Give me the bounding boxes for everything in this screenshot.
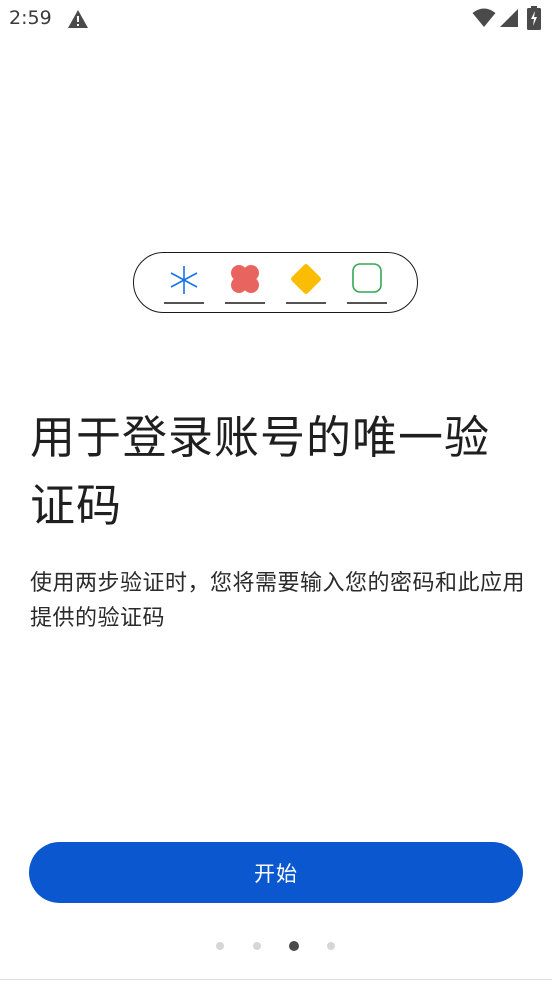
- bottom-divider: [0, 979, 552, 980]
- wifi-icon: [472, 8, 496, 28]
- status-time: 2:59: [9, 7, 52, 29]
- page-dot: [216, 942, 224, 950]
- page-dot: [253, 942, 261, 950]
- asterisk-icon: [163, 262, 205, 304]
- warning-icon: [67, 9, 89, 29]
- diamond-icon: [285, 262, 327, 304]
- start-button[interactable]: 开始: [29, 842, 523, 903]
- onboarding-screen: 2:59 用于登录账号的唯一验证码 使用两步验证时，您将需要输入您的密码和此应用…: [0, 0, 552, 983]
- signal-icon: [499, 8, 519, 28]
- code-illustration: [133, 252, 418, 313]
- rounded-square-icon: [346, 262, 388, 304]
- page-dot: [327, 942, 335, 950]
- battery-charging-icon: [527, 6, 541, 30]
- page-title: 用于登录账号的唯一验证码: [30, 411, 491, 532]
- page-description: 使用两步验证时，您将需要输入您的密码和此应用提供的验证码: [30, 571, 526, 631]
- flower-icon: [224, 262, 266, 304]
- page-dot-active: [289, 941, 299, 951]
- status-bar: 2:59: [0, 0, 552, 36]
- page-indicator: [0, 940, 552, 952]
